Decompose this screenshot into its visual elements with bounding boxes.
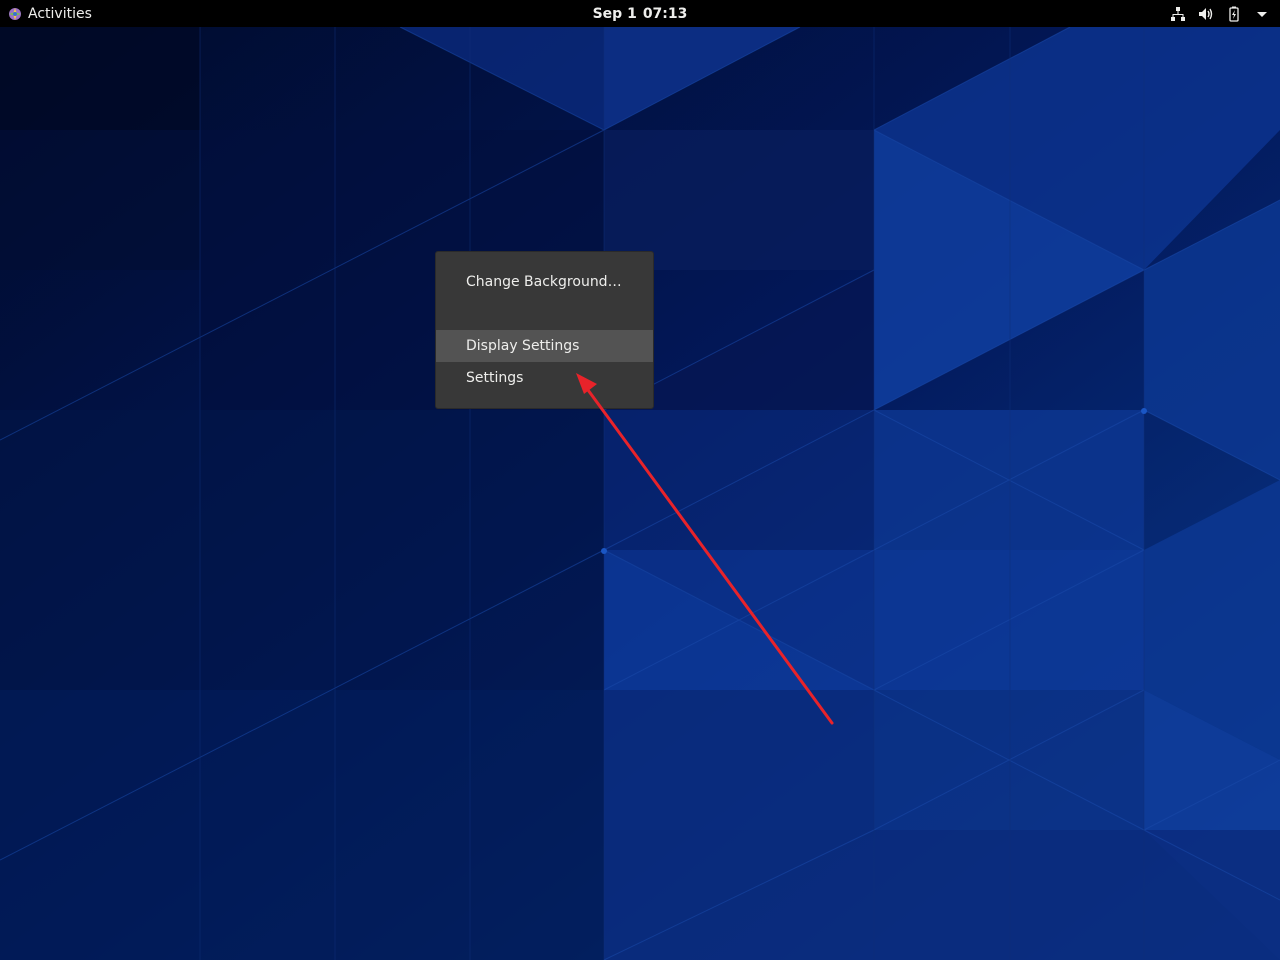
clock-time[interactable]: 07:13 bbox=[643, 6, 688, 22]
distro-logo-icon bbox=[9, 7, 21, 20]
menu-item-settings[interactable]: Settings bbox=[436, 362, 653, 394]
volume-icon[interactable] bbox=[1198, 6, 1214, 22]
menu-item-change-background[interactable]: Change Background… bbox=[436, 266, 653, 298]
network-wired-icon[interactable] bbox=[1170, 6, 1186, 22]
menu-item-label: Display Settings bbox=[466, 338, 580, 354]
menu-item-label: Change Background… bbox=[466, 274, 622, 290]
activities-label: Activities bbox=[28, 5, 92, 22]
menu-item-label: Settings bbox=[466, 370, 524, 386]
system-menu-arrow-icon[interactable] bbox=[1254, 6, 1270, 22]
clock-date[interactable]: Sep 1 bbox=[593, 6, 637, 22]
top-bar: Activities Sep 1 07:13 bbox=[0, 0, 1280, 27]
menu-item-display-settings[interactable]: Display Settings bbox=[436, 330, 653, 362]
desktop[interactable]: Activities Sep 1 07:13 Change Background… bbox=[0, 0, 1280, 960]
status-area[interactable] bbox=[1170, 0, 1270, 27]
activities-button[interactable]: Activities bbox=[8, 0, 92, 27]
battery-icon[interactable] bbox=[1226, 6, 1242, 22]
desktop-wallpaper bbox=[0, 0, 1280, 960]
desktop-context-menu: Change Background… Display Settings Sett… bbox=[435, 251, 654, 409]
clock-button[interactable]: Sep 1 07:13 bbox=[0, 0, 1280, 27]
